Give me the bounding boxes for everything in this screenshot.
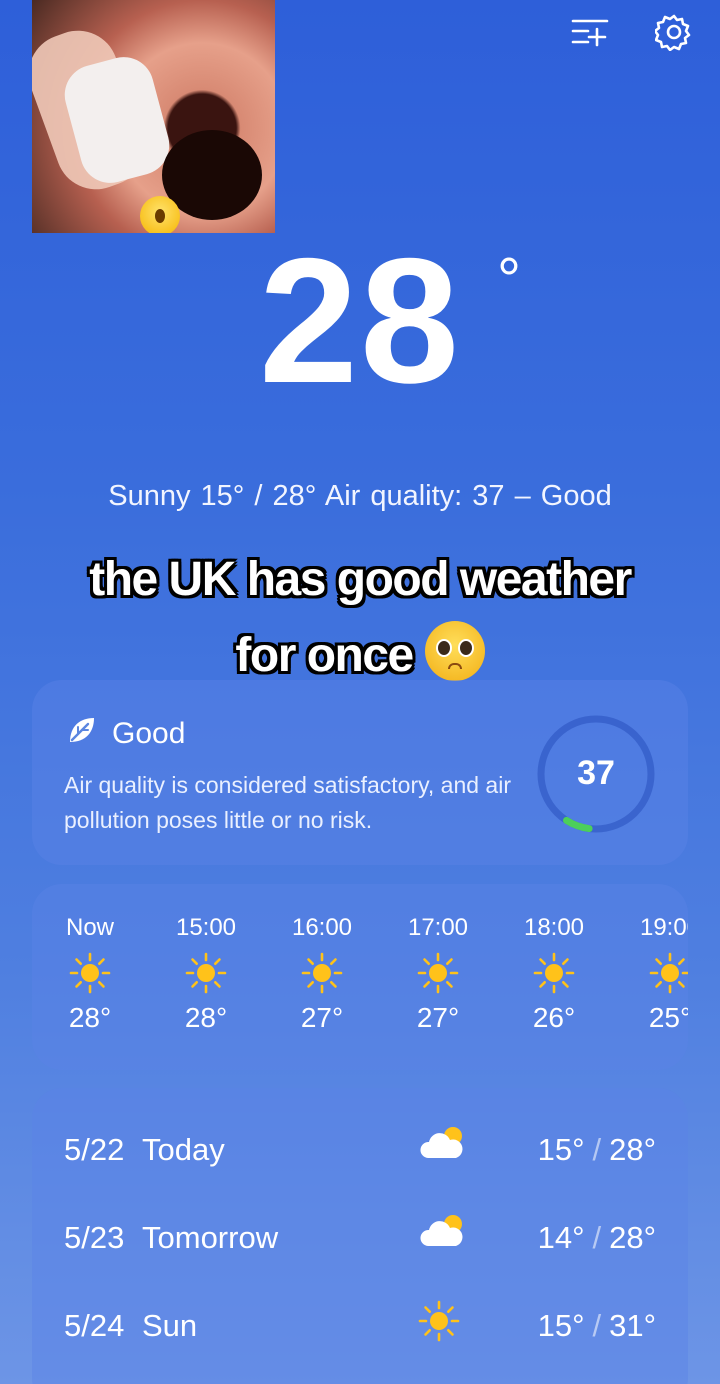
hourly-item: 16:00 27° bbox=[262, 914, 382, 1034]
hourly-time: 17:00 bbox=[407, 914, 469, 941]
daily-row[interactable]: 5/22 Today 15°/28° bbox=[64, 1127, 656, 1172]
hourly-temp: 25° bbox=[648, 1002, 688, 1033]
daily-row[interactable]: 5/23 Tomorrow 14°/28° bbox=[64, 1215, 656, 1260]
daily-day-name: Sun bbox=[142, 1308, 198, 1343]
sun-icon bbox=[378, 944, 498, 1002]
hourly-item: 17:00 27° bbox=[378, 914, 498, 1034]
hourly-time: 19:00 bbox=[639, 914, 688, 941]
hourly-time: 18:00 bbox=[523, 914, 585, 941]
daily-date: 5/22 bbox=[64, 1132, 125, 1167]
hourly-temp: 28° bbox=[184, 1002, 228, 1033]
sun-icon bbox=[418, 1300, 460, 1350]
current-temperature: 28 ° bbox=[0, 232, 720, 410]
air-quality-value: 37 bbox=[577, 754, 615, 792]
pleading-face-emoji-icon bbox=[424, 621, 485, 681]
sun-icon bbox=[610, 944, 688, 1002]
surprised-emoji-icon bbox=[140, 196, 180, 233]
hourly-item: 19:00 25° bbox=[610, 914, 688, 1034]
hourly-time: Now bbox=[65, 914, 114, 941]
air-quality-header: Good bbox=[66, 714, 185, 754]
daily-range: 15°/31° bbox=[538, 1308, 656, 1344]
hourly-item: 18:00 26° bbox=[494, 914, 614, 1034]
daily-low: 14° bbox=[537, 1220, 585, 1255]
temperature-value: 28 bbox=[259, 221, 461, 420]
daily-forecast-card[interactable]: 5/22 Today 15°/28° 5/23 Tomorrow 14°/28° 5/24 S… bbox=[32, 1088, 688, 1384]
caption-line-1: the UK has good weather bbox=[89, 553, 632, 606]
air-quality-description: Air quality is considered satisfactory, … bbox=[64, 772, 511, 833]
daily-date: 5/24 bbox=[64, 1308, 125, 1343]
daily-range-separator: / bbox=[592, 1220, 602, 1255]
air-quality-card[interactable]: Good Air quality is considered satisfact… bbox=[32, 680, 688, 865]
daily-day-name: Tomorrow bbox=[142, 1220, 279, 1255]
hourly-item: Now 28° bbox=[32, 914, 150, 1034]
hourly-temp: 27° bbox=[416, 1002, 460, 1033]
daily-low: 15° bbox=[537, 1132, 585, 1167]
list-add-icon[interactable] bbox=[568, 10, 612, 54]
partly-cloudy-icon bbox=[418, 1124, 468, 1172]
daily-range-separator: / bbox=[592, 1308, 602, 1343]
sun-icon bbox=[146, 944, 266, 1002]
hourly-time: 16:00 bbox=[291, 914, 353, 941]
sun-icon bbox=[494, 944, 614, 1002]
hourly-forecast-card[interactable]: Now 28° 15:00 28° 16:00 27° 17:00 27° 18:00 26° 19… bbox=[32, 884, 688, 1070]
toolbar bbox=[568, 10, 696, 54]
reaction-video-thumbnail bbox=[32, 0, 275, 233]
partly-cloudy-icon bbox=[418, 1212, 468, 1260]
hourly-item: 15:00 28° bbox=[146, 914, 266, 1034]
daily-low: 15° bbox=[537, 1308, 585, 1343]
caption-line-2: for once bbox=[235, 629, 414, 682]
sun-icon bbox=[32, 944, 150, 1002]
leaf-icon bbox=[66, 714, 98, 754]
daily-day-name: Today bbox=[142, 1132, 225, 1167]
daily-high: 31° bbox=[609, 1308, 656, 1343]
hourly-temp: 26° bbox=[532, 1002, 576, 1033]
hourly-temp: 27° bbox=[300, 1002, 344, 1033]
hourly-temp: 28° bbox=[68, 1002, 112, 1033]
sun-icon bbox=[262, 944, 382, 1002]
weather-summary: Sunny 15° / 28° Air quality: 37 – Good bbox=[108, 480, 612, 512]
daily-high: 28° bbox=[609, 1220, 656, 1255]
gear-icon[interactable] bbox=[652, 10, 696, 54]
overlay-caption: the UK has good weather for once bbox=[0, 542, 720, 694]
hourly-time: 15:00 bbox=[175, 914, 237, 941]
daily-row[interactable]: 5/24 Sun 15°/31° bbox=[64, 1300, 656, 1348]
daily-range: 15°/28° bbox=[538, 1132, 656, 1168]
daily-range-separator: / bbox=[592, 1132, 602, 1167]
daily-high: 28° bbox=[609, 1132, 656, 1167]
daily-date: 5/23 bbox=[64, 1220, 125, 1255]
daily-range: 14°/28° bbox=[538, 1220, 656, 1256]
degree-symbol: ° bbox=[497, 246, 523, 313]
air-quality-title: Good bbox=[112, 717, 186, 750]
